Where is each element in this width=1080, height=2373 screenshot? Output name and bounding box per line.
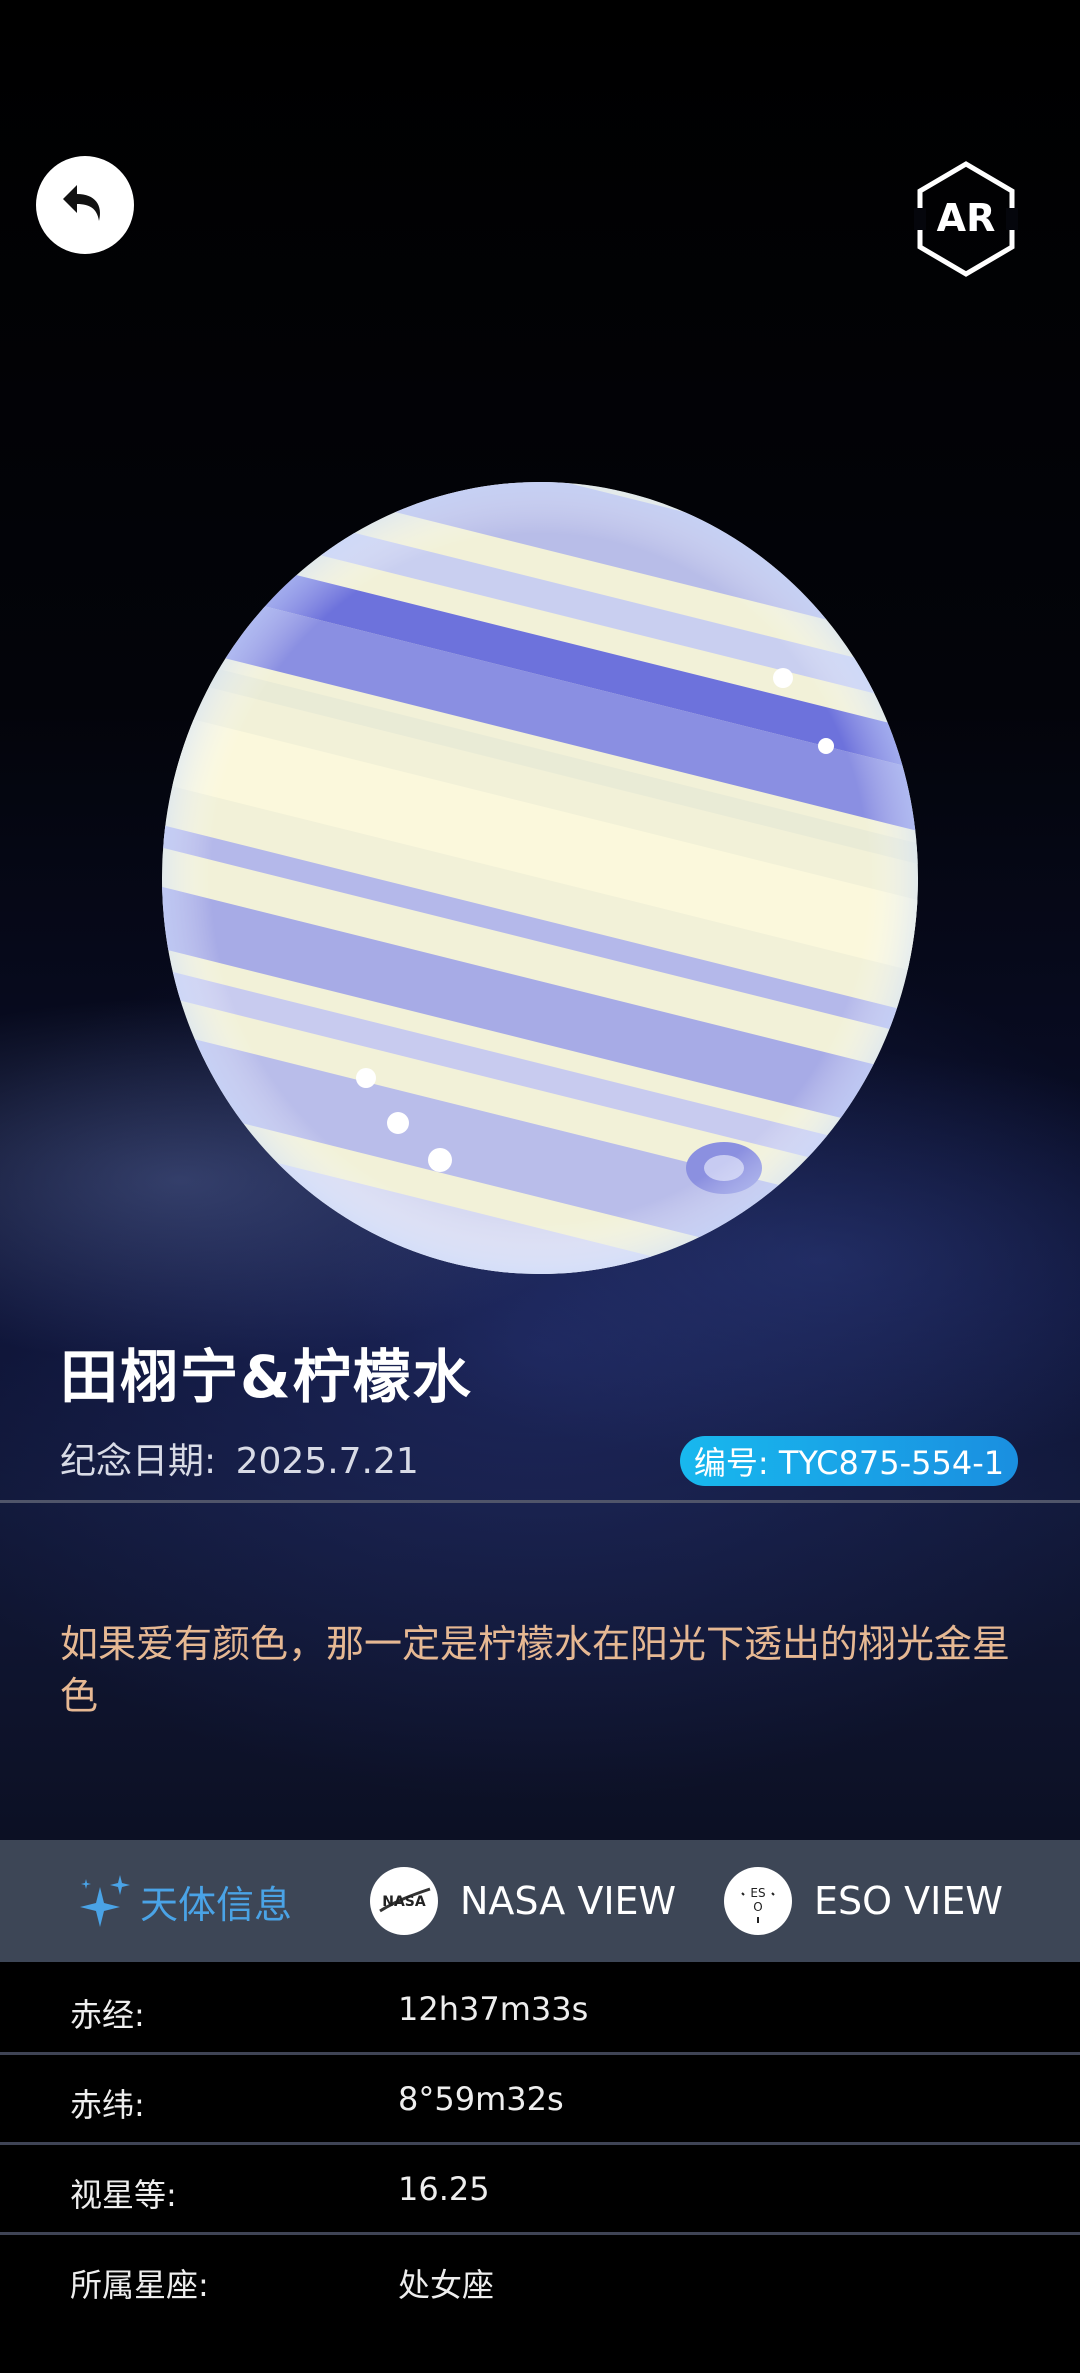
sparkle-icon	[80, 1875, 130, 1927]
info-value: 12h37m33s	[398, 1990, 589, 2028]
info-label: 所属星座:	[70, 2266, 209, 2304]
svg-text:NASA: NASA	[382, 1894, 426, 1910]
celestial-info-panel: 赤经: 12h37m33s 赤纬: 8°59m32s 视星等: 16.25 所属…	[0, 1962, 1080, 2373]
tab-celestial-info[interactable]: 天体信息	[78, 1840, 292, 1962]
tab-eso-view-label: ESO VIEW	[814, 1879, 1003, 1923]
tab-eso-view[interactable]: ES O ESO VIEW	[724, 1840, 1003, 1962]
star-name: 田栩宁&柠檬水	[60, 1343, 473, 1411]
tab-nasa-view-label: NASA VIEW	[460, 1879, 677, 1923]
dedication-message: 如果爱有颜色，那一定是柠檬水在阳光下透出的栩光金星色	[60, 1622, 1011, 1718]
commemoration-date: 纪念日期: 2025.7.21	[60, 1432, 419, 1484]
tab-celestial-info-label: 天体信息	[140, 1882, 293, 1927]
ar-button[interactable]: AR	[914, 160, 1018, 278]
info-value: 处女座	[398, 2266, 495, 2304]
planet-image	[162, 482, 918, 1274]
svg-text:O: O	[753, 1900, 762, 1914]
eso-logo-icon: ES O	[724, 1867, 792, 1935]
ar-label: AR	[936, 196, 996, 240]
info-label: 赤纬:	[70, 2086, 145, 2124]
date-label: 纪念日期:	[60, 1441, 217, 1482]
divider	[0, 1500, 1080, 1503]
info-row-apparent-magnitude: 视星等: 16.25	[0, 2142, 1080, 2235]
back-arrow-icon	[63, 185, 101, 221]
info-label: 视星等:	[70, 2176, 177, 2214]
info-value: 8°59m32s	[398, 2080, 564, 2118]
star-id-badge: 编号: TYC875-554-1	[680, 1436, 1018, 1486]
view-tab-bar: 天体信息 NASA NASA VIEW ES O ESO VIEW	[0, 1840, 1080, 1962]
info-row-constellation: 所属星座: 处女座	[0, 2232, 1080, 2322]
info-row-right-ascension: 赤经: 12h37m33s	[0, 1962, 1080, 2055]
tab-nasa-view[interactable]: NASA NASA VIEW	[370, 1840, 676, 1962]
nasa-logo-icon: NASA	[370, 1867, 438, 1935]
back-button[interactable]	[36, 156, 134, 254]
info-row-declination: 赤纬: 8°59m32s	[0, 2052, 1080, 2145]
date-value: 2025.7.21	[235, 1441, 419, 1482]
svg-text:ES: ES	[750, 1886, 765, 1900]
info-label: 赤经:	[70, 1996, 145, 2034]
info-value: 16.25	[398, 2170, 490, 2208]
